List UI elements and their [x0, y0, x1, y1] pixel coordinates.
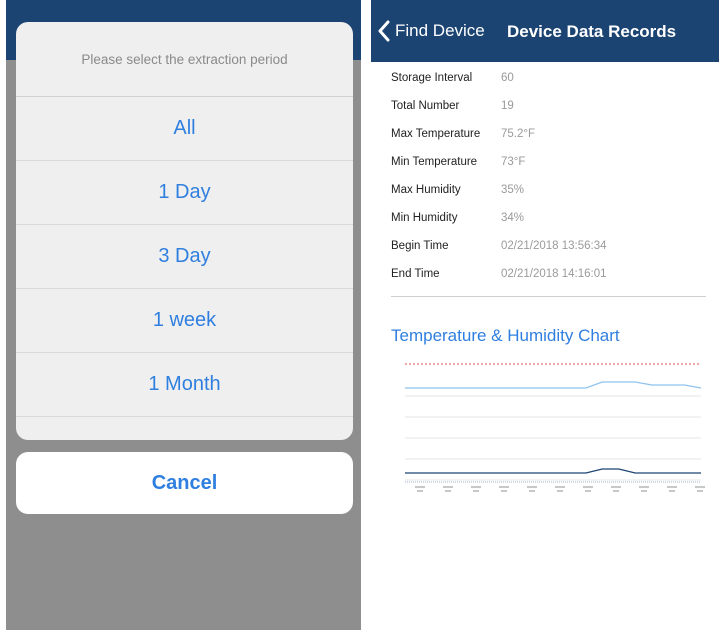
- x-tick-mark: [415, 486, 425, 488]
- x-tick-mark: [667, 486, 677, 488]
- option-1-week[interactable]: 1 week: [16, 289, 353, 353]
- record-label: Storage Interval: [391, 72, 473, 84]
- back-button[interactable]: Find Device: [377, 20, 485, 42]
- x-tick-mark: [443, 486, 453, 488]
- right-phone-screen: Find Device Device Data Records Storage …: [371, 0, 719, 630]
- x-tick-mark: [555, 486, 565, 488]
- x-tick-mark: [501, 490, 507, 492]
- page-title: Device Data Records: [507, 22, 677, 41]
- record-label: Begin Time: [391, 240, 449, 252]
- series-line-1: [405, 468, 701, 474]
- series-line-0: [405, 381, 702, 389]
- x-tick-mark: [445, 490, 451, 492]
- record-value: 34%: [501, 212, 525, 224]
- option-1-month[interactable]: 1 Month: [16, 353, 353, 417]
- record-label: Max Temperature: [391, 128, 481, 140]
- record-row-min-humidity: Min Humidity 34%: [391, 204, 711, 232]
- x-tick-mark: [499, 486, 509, 488]
- option-all[interactable]: All: [16, 97, 353, 161]
- x-tick-mark: [529, 490, 535, 492]
- option-1-day[interactable]: 1 Day: [16, 161, 353, 225]
- chevron-left-icon: [377, 20, 391, 42]
- x-tick-mark: [471, 486, 481, 488]
- record-label: End Time: [391, 268, 440, 280]
- x-tick-mark: [417, 490, 423, 492]
- right-navbar: Find Device Device Data Records: [371, 0, 719, 62]
- record-label: Min Humidity: [391, 212, 458, 224]
- record-label: Total Number: [391, 100, 460, 112]
- record-list: Storage Interval 60 Total Number 19 Max …: [391, 64, 711, 288]
- sheet-title: Please select the extraction period: [16, 22, 353, 97]
- record-label: Min Temperature: [391, 156, 478, 168]
- x-tick-mark: [697, 490, 703, 492]
- record-value: 75.2°F: [501, 128, 536, 140]
- record-row-end-time: End Time 02/21/2018 14:16:01: [391, 260, 711, 288]
- x-tick-mark: [695, 486, 705, 488]
- record-row-storage-interval: Storage Interval 60: [391, 64, 711, 92]
- chart-title: Temperature & Humidity Chart: [391, 326, 620, 345]
- record-value: 35%: [501, 184, 525, 196]
- record-value: 02/21/2018 14:16:01: [501, 268, 607, 280]
- x-tick-mark: [611, 486, 621, 488]
- temperature-humidity-chart: [405, 363, 705, 492]
- record-value: 73°F: [501, 156, 526, 168]
- x-tick-mark: [641, 490, 647, 492]
- record-value: 60: [501, 72, 514, 84]
- x-tick-mark: [527, 486, 537, 488]
- record-value: 02/21/2018 13:56:34: [501, 240, 607, 252]
- cancel-button[interactable]: Cancel: [16, 452, 353, 514]
- x-tick-mark: [669, 490, 675, 492]
- x-tick-mark: [613, 490, 619, 492]
- record-row-max-humidity: Max Humidity 35%: [391, 176, 711, 204]
- x-tick-mark: [473, 490, 479, 492]
- option-3-day[interactable]: 3 Day: [16, 225, 353, 289]
- x-tick-mark: [583, 486, 593, 488]
- period-action-sheet: Please select the extraction period All …: [16, 22, 353, 440]
- sheet-scroll-peek: [16, 417, 353, 440]
- record-row-total-number: Total Number 19: [391, 92, 711, 120]
- record-row-max-temperature: Max Temperature 75.2°F: [391, 120, 711, 148]
- record-label: Max Humidity: [391, 184, 461, 196]
- record-value: 19: [501, 100, 514, 112]
- x-tick-mark: [585, 490, 591, 492]
- record-row-begin-time: Begin Time 02/21/2018 13:56:34: [391, 232, 711, 260]
- divider: [391, 296, 706, 297]
- left-phone-screen: Please select the extraction period All …: [6, 0, 361, 630]
- x-tick-mark: [639, 486, 649, 488]
- back-label: Find Device: [395, 21, 485, 40]
- record-row-min-temperature: Min Temperature 73°F: [391, 148, 711, 176]
- x-tick-mark: [557, 490, 563, 492]
